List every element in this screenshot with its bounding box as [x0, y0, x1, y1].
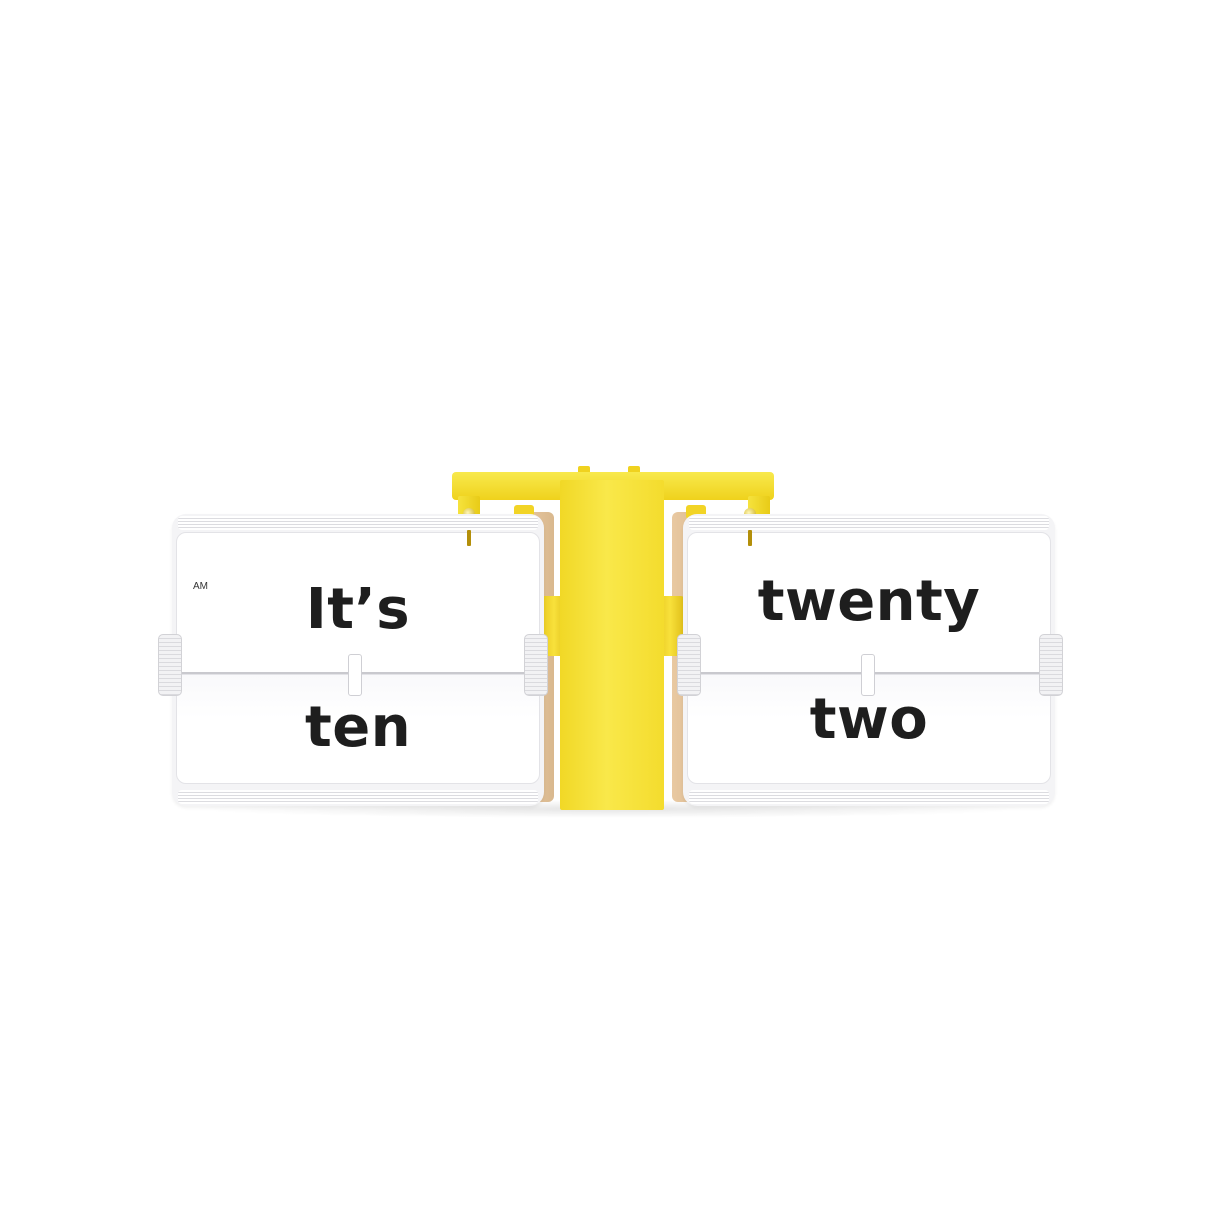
flip-card-upper: AM It’s	[176, 532, 540, 674]
adjust-knob	[677, 634, 701, 696]
adjust-knob-right[interactable]	[1039, 634, 1063, 696]
adjust-knob-left[interactable]	[158, 634, 182, 696]
flip-card-upper: twenty	[687, 532, 1051, 674]
hinge-clip	[861, 654, 875, 696]
word-bottom-right: two	[809, 687, 929, 752]
hinge-clip	[348, 654, 362, 696]
card-stack-top	[689, 516, 1049, 530]
frame-center-column	[560, 480, 664, 810]
frame-pin	[467, 530, 471, 546]
card-stack-bottom	[689, 790, 1049, 804]
frame-pin	[748, 530, 752, 546]
flip-panel-left: AM It’s ten	[158, 514, 548, 806]
card-stack-bottom	[178, 790, 538, 804]
flip-panel-right: twenty two	[677, 514, 1063, 806]
word-bottom-left: ten	[304, 695, 412, 760]
word-top-right: twenty	[757, 569, 981, 634]
word-top-left: It’s	[305, 577, 411, 642]
card-stack-top	[178, 516, 538, 530]
adjust-knob	[524, 634, 548, 696]
flip-clock-scene: AM It’s ten twenty two	[0, 0, 1228, 1228]
